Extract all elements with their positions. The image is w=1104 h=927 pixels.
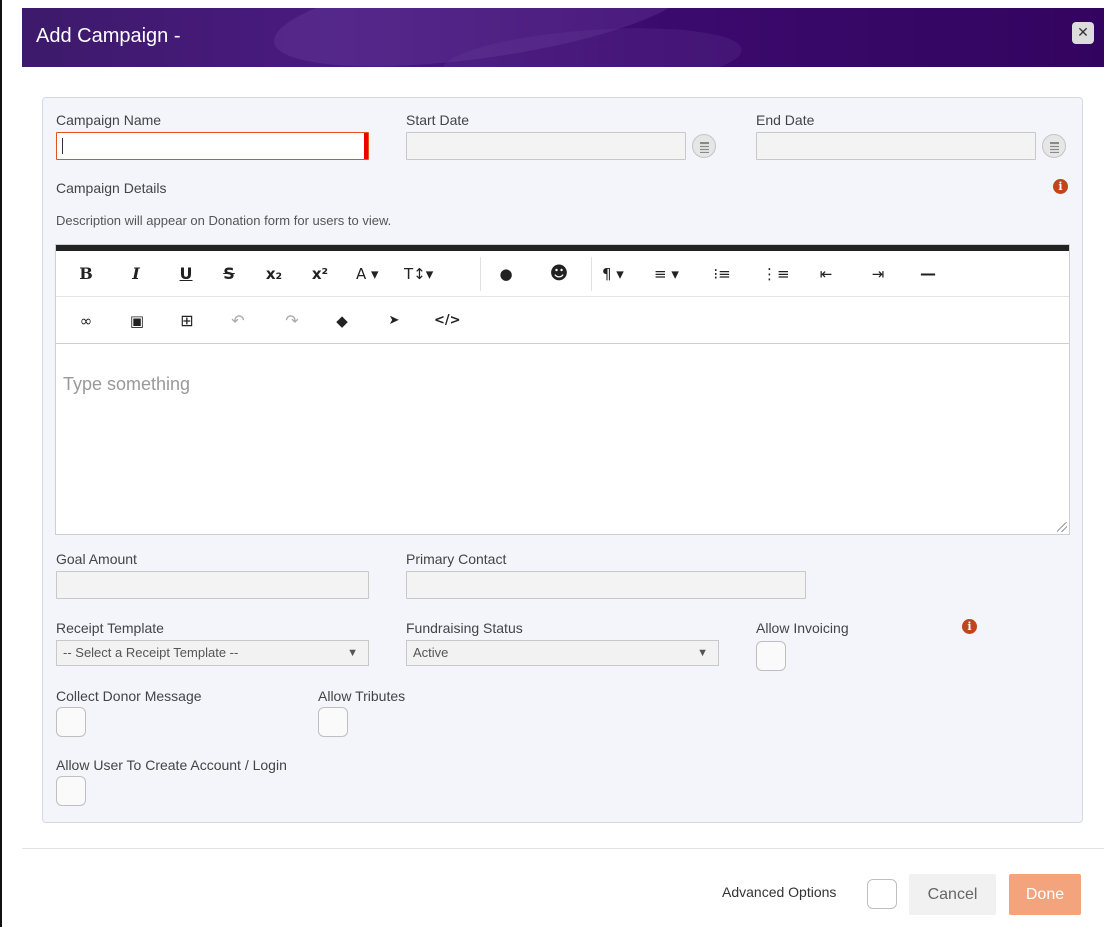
editor-toolbar-row-1: B I U S x₂ x² A ▾ T↕▾ ● ☻ ¶ ▾ ≡ ▾ ⁝≡ ⋮≡ … — [56, 251, 1069, 297]
fundraising-status-selected: Active — [413, 645, 449, 660]
horizontal-line-icon[interactable]: — — [918, 262, 938, 286]
align-icon[interactable]: ≡ ▾ — [654, 262, 679, 286]
outdent-icon[interactable]: ⇤ — [816, 262, 836, 286]
campaign-details-label: Campaign Details — [56, 180, 167, 196]
cancel-button[interactable]: Cancel — [909, 874, 996, 915]
editor-content-area[interactable]: Type something — [56, 346, 1069, 534]
emoticon-icon[interactable]: ☻ — [549, 262, 569, 286]
strikethrough-icon[interactable]: S — [219, 262, 239, 286]
dialog-header: Add Campaign - ✕ — [22, 8, 1104, 67]
calendar-icon[interactable] — [692, 134, 716, 158]
table-icon[interactable]: ⊞ — [177, 309, 197, 333]
superscript-icon[interactable]: x² — [310, 262, 330, 286]
bold-icon[interactable]: B — [76, 262, 96, 286]
end-date-label: End Date — [756, 112, 815, 128]
info-icon[interactable]: i — [962, 619, 977, 634]
window-edge — [0, 0, 2, 927]
footer-divider — [22, 848, 1104, 849]
campaign-name-label: Campaign Name — [56, 112, 162, 128]
ordered-list-icon[interactable]: ⁝≡ — [712, 262, 732, 286]
receipt-template-label: Receipt Template — [56, 620, 164, 636]
editor-toolbar-row-2: ∞ ▣ ⊞ ↶ ↷ ◆ ➤ </> — [56, 298, 1069, 344]
redo-icon[interactable]: ↷ — [282, 309, 302, 333]
collect-donor-message-label: Collect Donor Message — [56, 688, 202, 704]
fundraising-status-select[interactable]: Active ▼ — [406, 640, 719, 666]
collect-donor-message-checkbox[interactable] — [56, 707, 86, 737]
calendar-icon[interactable] — [1042, 134, 1066, 158]
image-icon[interactable]: ▣ — [127, 309, 147, 333]
start-date-label: Start Date — [406, 112, 470, 128]
code-view-icon[interactable]: </> — [434, 309, 461, 333]
font-color-icon[interactable]: A ▾ — [356, 262, 379, 286]
font-size-icon[interactable]: T↕▾ — [404, 262, 433, 286]
underline-icon[interactable]: U — [176, 262, 196, 286]
dialog-title: Add Campaign - — [36, 25, 181, 47]
text-caret — [62, 138, 63, 154]
start-date-input[interactable] — [406, 132, 686, 160]
editor-placeholder: Type something — [63, 374, 191, 394]
goal-amount-input[interactable] — [56, 571, 369, 599]
allow-tributes-label: Allow Tributes — [318, 688, 406, 704]
undo-icon[interactable]: ↶ — [228, 309, 248, 333]
link-icon[interactable]: ∞ — [76, 309, 96, 333]
toolbar-separator — [480, 257, 481, 291]
italic-icon[interactable]: I — [126, 262, 146, 286]
primary-contact-input[interactable] — [406, 571, 806, 599]
rich-text-editor: B I U S x₂ x² A ▾ T↕▾ ● ☻ ¶ ▾ ≡ ▾ ⁝≡ ⋮≡ … — [55, 244, 1070, 535]
info-icon[interactable]: i — [1053, 179, 1068, 194]
campaign-details-help: Description will appear on Donation form… — [56, 213, 392, 228]
background-color-icon[interactable]: ● — [496, 262, 516, 286]
paragraph-format-icon[interactable]: ¶ ▾ — [602, 262, 624, 286]
dropdown-arrow-icon: ▼ — [347, 647, 358, 659]
dropdown-arrow-icon: ▼ — [697, 647, 708, 659]
advanced-options-label: Advanced Options — [722, 884, 837, 900]
done-button[interactable]: Done — [1009, 874, 1081, 915]
allow-user-account-checkbox[interactable] — [56, 776, 86, 806]
campaign-name-input[interactable] — [56, 132, 369, 160]
toolbar-separator — [591, 257, 592, 291]
allow-tributes-checkbox[interactable] — [318, 707, 348, 737]
allow-invoicing-label: Allow Invoicing — [756, 620, 849, 636]
fundraising-status-label: Fundraising Status — [406, 620, 523, 636]
subscript-icon[interactable]: x₂ — [264, 262, 284, 286]
allow-user-account-label: Allow User To Create Account / Login — [56, 757, 287, 773]
resize-handle[interactable] — [1057, 522, 1067, 532]
receipt-template-selected: -- Select a Receipt Template -- — [63, 645, 239, 660]
receipt-template-select[interactable]: -- Select a Receipt Template -- ▼ — [56, 640, 369, 666]
close-icon[interactable]: ✕ — [1072, 22, 1094, 44]
end-date-input[interactable] — [756, 132, 1036, 160]
indent-icon[interactable]: ⇥ — [868, 262, 888, 286]
select-all-icon[interactable]: ➤ — [384, 309, 404, 333]
advanced-options-checkbox[interactable] — [867, 879, 897, 909]
allow-invoicing-checkbox[interactable] — [756, 641, 786, 671]
clear-formatting-icon[interactable]: ◆ — [332, 309, 352, 333]
primary-contact-label: Primary Contact — [406, 551, 507, 567]
unordered-list-icon[interactable]: ⋮≡ — [762, 262, 790, 286]
goal-amount-label: Goal Amount — [56, 551, 137, 567]
required-indicator — [364, 133, 368, 159]
